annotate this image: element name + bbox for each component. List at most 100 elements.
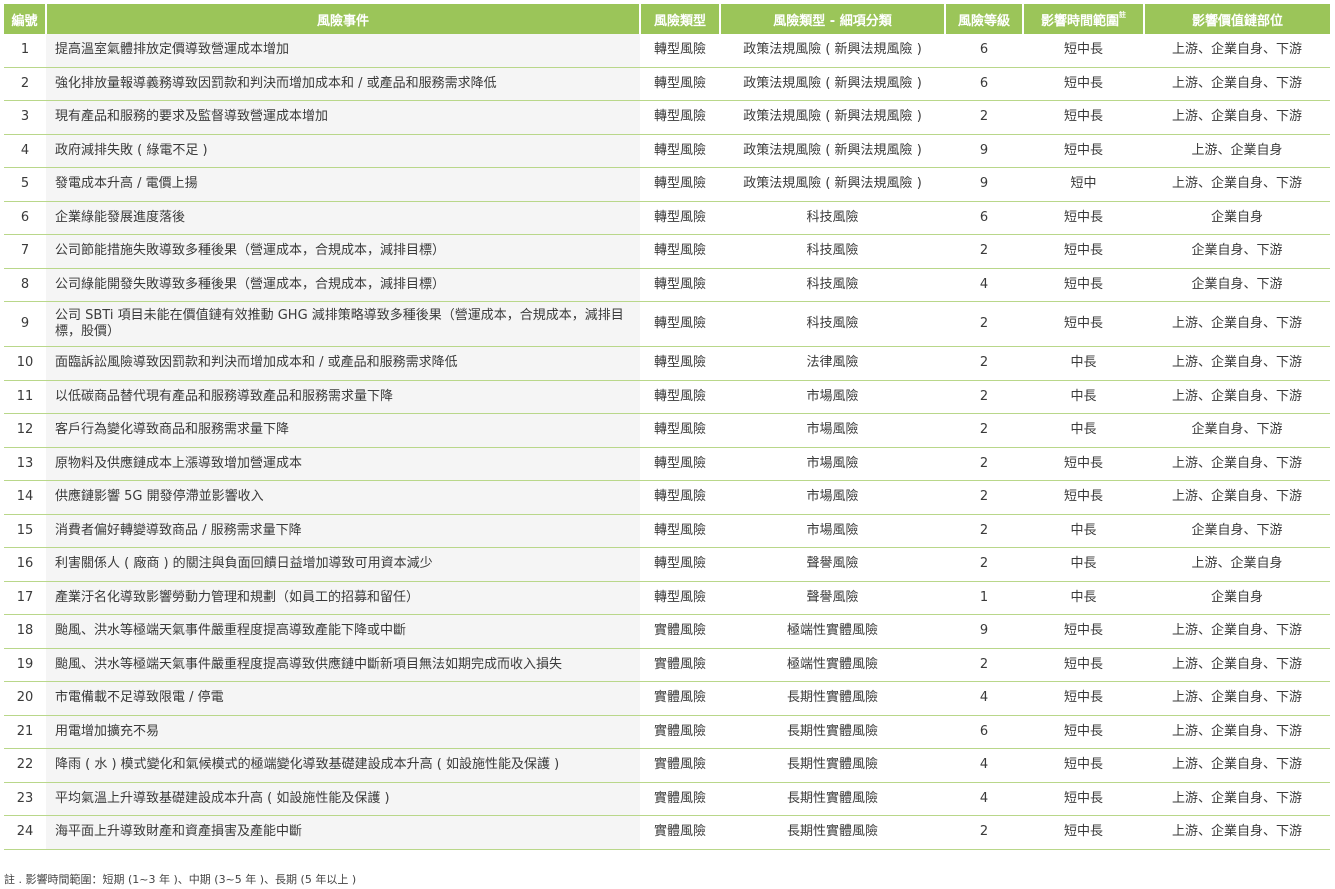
cell-no: 6: [4, 201, 46, 235]
cell-chain: 企業自身: [1144, 201, 1330, 235]
cell-type: 實體風險: [640, 782, 720, 816]
table-row: 17 產業汙名化導致影響勞動力管理和規劃（如員工的招募和留任） 轉型風險 聲譽風險 1 中…: [4, 581, 1330, 615]
cell-chain: 企業自身: [1144, 581, 1330, 615]
cell-time: 中長: [1023, 380, 1144, 414]
header-event: 風險事件: [46, 4, 641, 34]
table-row: 7 公司節能措施失敗導致多種後果（營運成本，合規成本，減排目標） 轉型風險 科技風險 2…: [4, 234, 1330, 269]
cell-level: 1: [945, 581, 1023, 615]
cell-type: 轉型風險: [640, 201, 720, 235]
cell-subtype: 長期性實體風險: [720, 681, 945, 716]
cell-subtype: 科技風險: [720, 301, 945, 347]
cell-subtype: 政策法規風險 ( 新興法規風險 ): [720, 67, 945, 101]
cell-no: 5: [4, 167, 46, 202]
cell-time: 短中長: [1023, 268, 1144, 302]
table-row: 19 颱風、洪水等極端天氣事件嚴重程度提高導致供應鏈中斷新項目無法如期完成而收入損…: [4, 648, 1330, 682]
table-row: 24 海平面上升導致財產和資產損害及產能中斷 實體風險 長期性實體風險 2 短中長 上游、企…: [4, 815, 1330, 850]
cell-time: 中長: [1023, 547, 1144, 582]
cell-event: 面臨訴訟風險導致因罰款和判決而增加成本和 / 或產品和服務需求降低: [46, 346, 640, 381]
cell-event: 降雨 ( 水 ) 模式變化和氣候模式的極端變化導致基礎建設成本升高 ( 如設施性…: [46, 748, 640, 783]
cell-chain: 上游、企業自身、下游: [1144, 301, 1330, 347]
cell-time: 短中: [1023, 167, 1144, 202]
cell-chain: 企業自身、下游: [1144, 413, 1330, 448]
cell-type: 轉型風險: [640, 581, 720, 615]
table-row: 2 強化排放量報導義務導致因罰款和判決而增加成本和 / 或產品和服務需求降低 轉型風…: [4, 67, 1330, 101]
cell-no: 1: [4, 34, 46, 68]
cell-event: 供應鏈影響 5G 開發停滯並影響收入: [46, 480, 640, 515]
cell-subtype: 科技風險: [720, 268, 945, 302]
cell-no: 24: [4, 815, 46, 850]
table-row: 6 企業綠能發展進度落後 轉型風險 科技風險 6 短中長 企業自身: [4, 201, 1330, 235]
header-time-note-mark: 註: [1119, 10, 1126, 19]
cell-chain: 上游、企業自身、下游: [1144, 681, 1330, 716]
cell-subtype: 市場風險: [720, 514, 945, 548]
cell-event: 海平面上升導致財產和資產損害及產能中斷: [46, 815, 640, 850]
cell-type: 轉型風險: [640, 447, 720, 481]
cell-no: 23: [4, 782, 46, 816]
cell-time: 短中長: [1023, 234, 1144, 269]
cell-no: 8: [4, 268, 46, 302]
table-row: 22 降雨 ( 水 ) 模式變化和氣候模式的極端變化導致基礎建設成本升高 ( 如設…: [4, 748, 1330, 783]
footnote: 註 . 影響時間範圍：短期 (1~3 年 )、中期 (3~5 年 )、長期 (5…: [4, 873, 357, 886]
cell-subtype: 市場風險: [720, 480, 945, 515]
cell-event: 利害關係人 ( 廠商 ) 的關注與負面回饋日益增加導致可用資本減少: [46, 547, 640, 582]
cell-no: 21: [4, 715, 46, 749]
table-row: 14 供應鏈影響 5G 開發停滯並影響收入 轉型風險 市場風險 2 短中長 上游、企業自身、…: [4, 480, 1330, 515]
cell-event: 以低碳商品替代現有產品和服務導致產品和服務需求量下降: [46, 380, 640, 414]
cell-type: 實體風險: [640, 614, 720, 649]
cell-chain: 上游、企業自身、下游: [1144, 167, 1330, 202]
cell-level: 6: [945, 34, 1023, 68]
cell-level: 6: [945, 67, 1023, 101]
cell-type: 轉型風險: [640, 514, 720, 548]
cell-time: 短中長: [1023, 648, 1144, 682]
cell-subtype: 政策法規風險 ( 新興法規風險 ): [720, 167, 945, 202]
cell-subtype: 長期性實體風險: [720, 748, 945, 783]
cell-chain: 上游、企業自身: [1144, 134, 1330, 168]
cell-type: 轉型風險: [640, 67, 720, 101]
cell-no: 3: [4, 100, 46, 135]
cell-chain: 上游、企業自身、下游: [1144, 815, 1330, 850]
cell-event: 公司節能措施失敗導致多種後果（營運成本，合規成本，減排目標）: [46, 234, 640, 269]
cell-subtype: 市場風險: [720, 380, 945, 414]
table-row: 10 面臨訴訟風險導致因罰款和判決而增加成本和 / 或產品和服務需求降低 轉型風險法…: [4, 346, 1330, 381]
cell-type: 轉型風險: [640, 547, 720, 582]
cell-subtype: 長期性實體風險: [720, 815, 945, 850]
cell-subtype: 法律風險: [720, 346, 945, 381]
cell-chain: 上游、企業自身、下游: [1144, 100, 1330, 135]
cell-level: 2: [945, 413, 1023, 448]
cell-level: 4: [945, 681, 1023, 716]
cell-event: 用電增加擴充不易: [46, 715, 640, 749]
cell-subtype: 政策法規風險 ( 新興法規風險 ): [720, 100, 945, 135]
cell-time: 短中長: [1023, 201, 1144, 235]
cell-no: 16: [4, 547, 46, 582]
cell-subtype: 政策法規風險 ( 新興法規風險 ): [720, 34, 945, 68]
table-row: 9 公司 SBTi 項目未能在價值鏈有效推動 GHG 減排策略導致多種後果（營運成…: [4, 301, 1330, 347]
header-chain: 影響價值鏈部位: [1144, 4, 1330, 34]
cell-subtype: 政策法規風險 ( 新興法規風險 ): [720, 134, 945, 168]
cell-no: 12: [4, 413, 46, 448]
cell-chain: 上游、企業自身、下游: [1144, 380, 1330, 414]
cell-no: 9: [4, 301, 46, 347]
cell-no: 2: [4, 67, 46, 101]
cell-type: 轉型風險: [640, 34, 720, 68]
cell-type: 轉型風險: [640, 268, 720, 302]
cell-subtype: 極端性實體風險: [720, 648, 945, 682]
cell-event: 客戶行為變化導致商品和服務需求量下降: [46, 413, 640, 448]
cell-chain: 上游、企業自身、下游: [1144, 715, 1330, 749]
table-row: 16 利害關係人 ( 廠商 ) 的關注與負面回饋日益增加導致可用資本減少 轉型風險聲…: [4, 547, 1330, 582]
cell-time: 短中長: [1023, 34, 1144, 68]
cell-event: 公司綠能開發失敗導致多種後果（營運成本，合規成本，減排目標）: [46, 268, 640, 302]
cell-chain: 企業自身、下游: [1144, 514, 1330, 548]
cell-time: 短中長: [1023, 447, 1144, 481]
cell-no: 13: [4, 447, 46, 481]
table-row: 1 提高溫室氣體排放定價導致營運成本增加 轉型風險 政策法規風險 ( 新興法規風險 )…: [4, 34, 1330, 68]
table-row: 13 原物料及供應鏈成本上漲導致增加營運成本 轉型風險 市場風險 2 短中長 上游、企業自身…: [4, 447, 1330, 481]
cell-time: 短中長: [1023, 100, 1144, 135]
cell-time: 中長: [1023, 413, 1144, 448]
cell-level: 2: [945, 648, 1023, 682]
cell-no: 17: [4, 581, 46, 615]
cell-subtype: 聲譽風險: [720, 581, 945, 615]
cell-no: 22: [4, 748, 46, 783]
cell-level: 2: [945, 447, 1023, 481]
cell-subtype: 市場風險: [720, 413, 945, 448]
cell-time: 短中長: [1023, 681, 1144, 716]
